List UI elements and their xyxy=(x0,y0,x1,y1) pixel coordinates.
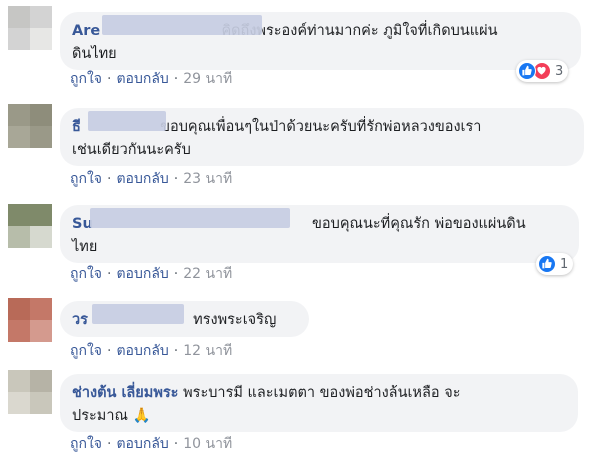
comment-actions: ถูกใจ · ตอบกลับ · 22 นาที xyxy=(70,263,232,285)
reply-link[interactable]: ตอบกลับ xyxy=(116,71,168,87)
avatar[interactable] xyxy=(8,370,52,414)
comment-bubble: Are คิดถึงพระองค์ท่านมากค่ะ ภูมิใจที่เกิ… xyxy=(60,12,581,70)
timestamp[interactable]: 12 นาที xyxy=(183,343,232,359)
like-icon xyxy=(518,62,536,80)
reaction-count: 3 xyxy=(555,63,564,79)
reply-link[interactable]: ตอบกลับ xyxy=(116,266,168,282)
comment-author[interactable]: ช่างต้น เลี่ยมพระ xyxy=(72,385,178,401)
separator: · xyxy=(173,171,179,187)
like-link[interactable]: ถูกใจ xyxy=(70,171,102,187)
redacted-name xyxy=(90,208,290,228)
like-link[interactable]: ถูกใจ xyxy=(70,71,102,87)
avatar[interactable] xyxy=(8,104,52,148)
timestamp[interactable]: 23 นาที xyxy=(183,171,232,187)
redacted-name xyxy=(102,15,262,35)
comment-text-line2: ประมาณ xyxy=(72,408,128,424)
comment-author[interactable]: ธี xyxy=(72,119,81,135)
timestamp[interactable]: 10 นาที xyxy=(183,436,232,452)
comment-bubble: ช่างต้น เลี่ยมพระ พระบารมี และเมตตา ของพ… xyxy=(60,374,578,432)
comment-bubble: Su ขอบคุณนะที่คุณรัก พ่อของแผ่นดิน ไทย xyxy=(60,205,579,263)
comment-text-line2: เช่นเดียวกันนะครับ xyxy=(72,142,191,158)
comment-bubble: วร ทรงพระเจริญ xyxy=(60,301,309,337)
comment-actions: ถูกใจ · ตอบกลับ · 23 นาที xyxy=(70,168,232,190)
separator: · xyxy=(173,266,179,282)
comment-text: คิดถึงพระองค์ท่านมากค่ะ ภูมิใจที่เกิดบนแ… xyxy=(221,23,498,39)
reply-link[interactable]: ตอบกลับ xyxy=(116,436,168,452)
separator: · xyxy=(107,266,112,282)
comment-text: ขอบคุณเพื่อนๆในป่าด้วยนะครับที่รักพ่อหลว… xyxy=(160,119,482,135)
comment-text: ขอบคุณนะที่คุณรัก พ่อของแผ่นดิน xyxy=(312,216,526,232)
separator: · xyxy=(173,71,179,87)
comment-text-line2: ดินไทย xyxy=(72,46,117,62)
comment-actions: ถูกใจ · ตอบกลับ · 10 นาที xyxy=(70,433,232,455)
like-link[interactable]: ถูกใจ xyxy=(70,436,102,452)
separator: · xyxy=(107,436,112,452)
like-link[interactable]: ถูกใจ xyxy=(70,266,102,282)
reaction-summary[interactable]: 3 xyxy=(516,60,569,82)
redacted-name xyxy=(88,111,166,131)
avatar[interactable] xyxy=(8,298,52,342)
separator: · xyxy=(173,343,179,359)
comment-actions: ถูกใจ · ตอบกลับ · 12 นาที xyxy=(70,340,232,362)
timestamp[interactable]: 29 นาที xyxy=(183,71,232,87)
comment-author[interactable]: Are xyxy=(72,23,100,39)
avatar[interactable] xyxy=(8,204,52,248)
like-icon xyxy=(538,255,556,273)
comment-text: พระบารมี และเมตตา ของพ่อช่างล้นเหลือ จะ xyxy=(183,385,461,401)
comment-text-line2: ไทย xyxy=(72,239,98,255)
reply-link[interactable]: ตอบกลับ xyxy=(116,343,168,359)
comment-actions: ถูกใจ · ตอบกลับ · 29 นาที xyxy=(70,68,232,90)
separator: · xyxy=(107,171,112,187)
comment-author[interactable]: วร xyxy=(72,312,88,328)
separator: · xyxy=(107,343,112,359)
comment-bubble: ธี ขอบคุณเพื่อนๆในป่าด้วยนะครับที่รักพ่อ… xyxy=(60,108,584,166)
reaction-count: 1 xyxy=(560,256,569,272)
separator: · xyxy=(107,71,112,87)
separator: · xyxy=(173,436,179,452)
reaction-summary[interactable]: 1 xyxy=(536,253,574,275)
reply-link[interactable]: ตอบกลับ xyxy=(116,171,168,187)
like-link[interactable]: ถูกใจ xyxy=(70,343,102,359)
redacted-name xyxy=(92,304,184,324)
pray-emoji-icon: 🙏 xyxy=(132,408,151,424)
comment-text: ทรงพระเจริญ xyxy=(193,312,277,328)
timestamp[interactable]: 22 นาที xyxy=(183,266,232,282)
avatar[interactable] xyxy=(8,6,52,50)
